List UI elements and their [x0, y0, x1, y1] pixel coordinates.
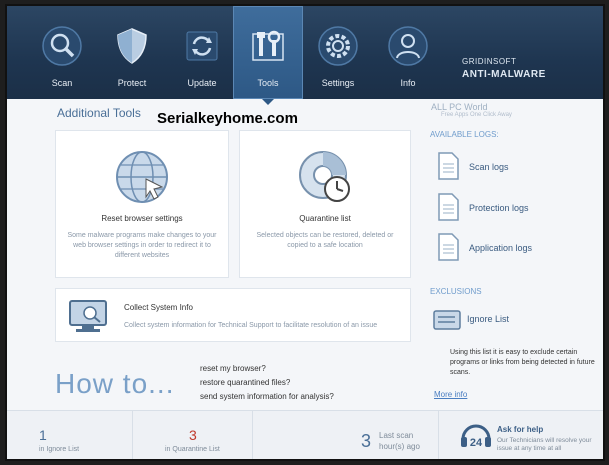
card-description: Some malware programs make changes to yo… [67, 232, 217, 259]
allpc-subtitle: Free Apps One Click Away [441, 112, 512, 118]
link-restore-quarantined[interactable]: restore quarantined files? [200, 378, 290, 387]
top-navigation: Scan Protect Update Tools Settings Info … [7, 6, 603, 105]
stat-number: 1 [39, 427, 47, 443]
nav-settings[interactable]: Settings [303, 6, 373, 99]
allpc-watermark: ALL PC World Free Apps One Click Away [431, 102, 512, 118]
stat-number: 3 [189, 427, 197, 443]
quarantine-count-stat[interactable]: 3 in Quarantine List [133, 411, 253, 459]
nav-update[interactable]: Update [167, 6, 237, 99]
stat-label: hour(s) ago [379, 442, 420, 451]
log-label: Application logs [469, 243, 533, 253]
brand-company: GRIDINSOFT [462, 57, 517, 66]
help-description: Our Technicians will resolve your issue … [497, 437, 592, 452]
ignore-count-stat[interactable]: 1 in Ignore List [7, 411, 133, 459]
quarantine-clock-icon [299, 151, 350, 202]
collect-system-info-card[interactable]: Collect System Info Collect system infor… [55, 288, 411, 342]
globe-icon [116, 151, 168, 203]
support-badge-number: 24 [470, 437, 483, 449]
brand-product: ANTI-MALWARE [462, 69, 546, 80]
available-logs-header: AVAILABLE LOGS: [430, 130, 499, 139]
protection-logs-link[interactable]: Protection logs [436, 193, 586, 225]
watermark-text: Serialkeyhome.com [157, 110, 298, 127]
shield-icon [117, 28, 147, 64]
allpc-title: ALL PC World [431, 102, 488, 112]
log-label: Scan logs [469, 162, 509, 172]
person-icon [388, 26, 428, 66]
how-to-heading: How to... [55, 368, 175, 399]
more-info-link[interactable]: More info [434, 390, 467, 399]
page-title: Additional Tools [57, 106, 141, 120]
nav-label: Info [400, 78, 416, 88]
document-icon [438, 152, 459, 180]
exclusions-header: EXCLUSIONS [430, 287, 482, 296]
stat-label: in Ignore List [39, 446, 80, 453]
nav-label: Settings [321, 78, 355, 88]
link-reset-browser[interactable]: reset my browser? [200, 364, 266, 373]
tools-icon [252, 30, 284, 61]
monitor-icon [69, 300, 107, 332]
log-label: Protection logs [469, 203, 529, 213]
link-send-system-info[interactable]: send system information for analysis? [200, 392, 334, 401]
card-title: Reset browser settings [101, 214, 183, 223]
reset-browser-card[interactable]: Reset browser settings Some malware prog… [55, 130, 229, 278]
nav-label: Update [187, 78, 217, 88]
stat-number: 3 [361, 431, 372, 451]
quarantine-list-card[interactable]: Quarantine list Selected objects can be … [239, 130, 411, 278]
stat-label: Last scan [379, 431, 414, 440]
exclusions-description: Using this list it is easy to exclude ce… [450, 349, 595, 376]
nav-label: Protect [117, 78, 147, 88]
brand-logo: GRIDINSOFT ANTI-MALWARE [462, 55, 546, 81]
magnifier-icon [42, 26, 82, 66]
gear-icon [318, 26, 358, 66]
document-icon [438, 193, 459, 221]
application-logs-link[interactable]: Application logs [436, 233, 586, 265]
ask-for-help[interactable]: 24 Ask for help Our Technicians will res… [439, 411, 603, 459]
scan-logs-link[interactable]: Scan logs [436, 152, 586, 184]
nav-tools[interactable]: Tools [233, 6, 303, 105]
support-headset-icon: 24 [461, 424, 491, 449]
status-bar: 1 in Ignore List 3 in Quarantine List 3 … [7, 410, 603, 459]
card-title: Quarantine list [299, 214, 351, 223]
card-title: Collect System Info [124, 303, 193, 312]
nav-info[interactable]: Info [373, 6, 443, 99]
stat-label: in Quarantine List [165, 446, 220, 453]
card-description: Selected objects can be restored, delete… [256, 232, 394, 249]
last-scan-stat: 3 Last scan hour(s) ago [253, 411, 439, 459]
ignore-list-icon [433, 310, 461, 330]
help-title: Ask for help [497, 425, 544, 434]
nav-label: Tools [257, 78, 279, 88]
update-icon [186, 31, 218, 61]
nav-scan[interactable]: Scan [27, 6, 97, 99]
card-description: Collect system information for Technical… [124, 322, 378, 329]
nav-label: Scan [51, 78, 73, 88]
ignore-list-label: Ignore List [467, 314, 510, 324]
ignore-list-link[interactable]: Ignore List [433, 308, 583, 334]
nav-protect[interactable]: Protect [97, 6, 167, 99]
app-window: Scan Protect Update Tools Settings Info … [5, 4, 605, 461]
document-icon [438, 233, 459, 261]
